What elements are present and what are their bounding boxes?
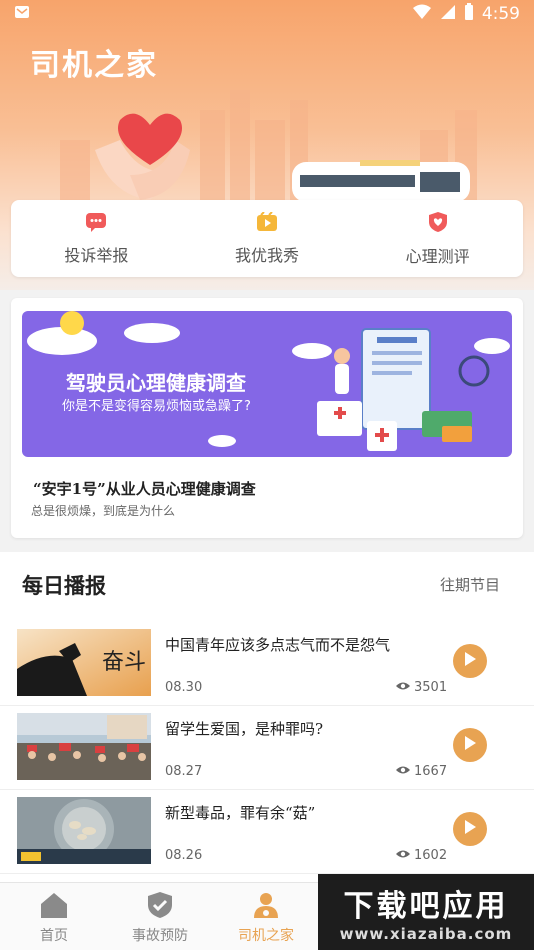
survey-title: “安宇1号”从业人员心理健康调查 xyxy=(33,480,256,498)
news-title: 中国青年应该多点志气而不是怨气 xyxy=(165,636,391,654)
quick-action-assessment[interactable]: 心理测评 xyxy=(368,211,508,267)
banner-title: 驾驶员心理健康调查 xyxy=(66,371,246,395)
page-title: 司机之家 xyxy=(30,48,158,83)
view-count-value: 1602 xyxy=(414,848,448,863)
shield-check-icon xyxy=(147,891,173,923)
view-count-value: 1667 xyxy=(414,764,448,779)
quick-action-showcase[interactable]: 我优我秀 xyxy=(197,210,337,266)
past-episodes-link[interactable]: 往期节目 xyxy=(440,574,500,595)
watermark: 下载吧应用 www.xiazaiba.com xyxy=(318,874,534,950)
home-icon xyxy=(39,891,69,923)
quick-action-complaint[interactable]: 投诉举报 xyxy=(26,212,166,266)
news-date: 08.26 xyxy=(165,848,203,863)
video-icon xyxy=(256,210,278,236)
news-item[interactable]: 新型毒品，罪有余“菇” 08.26 1602 xyxy=(0,790,534,874)
svg-text:奋斗: 奋斗 xyxy=(102,650,146,675)
news-item[interactable]: 奋斗 中国青年应该多点志气而不是怨气 08.30 3501 xyxy=(0,622,534,706)
nav-label: 首页 xyxy=(40,928,68,944)
news-date: 08.30 xyxy=(165,680,203,695)
play-button[interactable] xyxy=(453,728,487,762)
play-icon xyxy=(463,651,477,671)
section-title: 每日播报 xyxy=(22,573,106,598)
survey-banner[interactable]: 驾驶员心理健康调查 你是不是变得容易烦恼或急躁了? xyxy=(22,311,512,457)
view-count-value: 3501 xyxy=(414,680,448,695)
nav-item-home[interactable]: 首页 xyxy=(0,891,108,945)
news-date: 08.27 xyxy=(165,764,203,779)
survey-subtitle: 总是很烦燥，到底是为什么 xyxy=(31,504,176,518)
eye-icon xyxy=(395,764,411,779)
news-thumbnail: 奋斗 xyxy=(17,629,151,696)
nav-item-accident-prevention[interactable]: 事故预防 xyxy=(106,891,214,945)
nav-label: 事故预防 xyxy=(132,928,188,944)
nav-label: 司机之家 xyxy=(238,928,294,944)
play-icon xyxy=(463,735,477,755)
quick-action-label: 投诉举报 xyxy=(64,245,129,265)
view-count: 3501 xyxy=(395,680,447,695)
nav-item-driver-home[interactable]: 司机之家 xyxy=(212,891,320,945)
notification-icon xyxy=(14,4,30,24)
banner-subtitle: 你是不是变得容易烦恼或急躁了? xyxy=(62,399,251,414)
quick-actions-card: 投诉举报 我优我秀 心理测评 xyxy=(11,200,523,277)
view-count: 1667 xyxy=(395,764,447,779)
quick-action-label: 心理测评 xyxy=(405,246,470,266)
hero-illustration xyxy=(60,90,477,210)
survey-card[interactable]: 驾驶员心理健康调查 你是不是变得容易烦恼或急躁了? “安宇1号”从业人员心理健康… xyxy=(11,298,523,538)
news-title: 新型毒品，罪有余“菇” xyxy=(165,804,316,822)
news-item[interactable]: 留学生爱国，是种罪吗? 08.27 1667 xyxy=(0,706,534,790)
news-thumbnail xyxy=(17,797,151,864)
signal-icon xyxy=(440,4,456,25)
battery-icon xyxy=(464,2,474,26)
eye-icon xyxy=(395,848,411,863)
heart-shield-icon xyxy=(428,211,448,237)
status-bar: 4:59 xyxy=(0,0,534,28)
quick-action-label: 我优我秀 xyxy=(234,245,299,265)
eye-icon xyxy=(395,680,411,695)
play-button[interactable] xyxy=(453,812,487,846)
play-icon xyxy=(463,819,477,839)
driver-icon xyxy=(252,891,280,923)
play-button[interactable] xyxy=(453,644,487,678)
watermark-url: www.xiazaiba.com xyxy=(339,925,513,943)
wifi-icon xyxy=(412,4,432,25)
news-title: 留学生爱国，是种罪吗? xyxy=(165,720,324,738)
watermark-main: 下载吧应用 xyxy=(343,889,509,924)
news-thumbnail xyxy=(17,713,151,780)
message-icon xyxy=(85,212,107,236)
view-count: 1602 xyxy=(395,848,447,863)
daily-broadcast-section: 每日播报 往期节目 奋斗 中国青年应该多点志气而不是怨气 08.30 3501 xyxy=(0,552,534,882)
status-time: 4:59 xyxy=(481,4,520,24)
